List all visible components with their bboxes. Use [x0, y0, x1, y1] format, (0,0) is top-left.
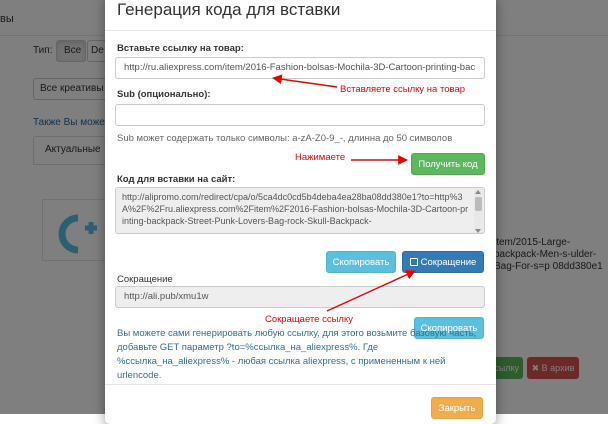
arrow-shorten — [326, 270, 416, 312]
annotation-arrows — [272, 74, 416, 312]
code-generation-modal: Генерация кода для вставки Вставьте ссыл… — [105, 0, 496, 424]
arrow-insert-link — [272, 74, 338, 88]
